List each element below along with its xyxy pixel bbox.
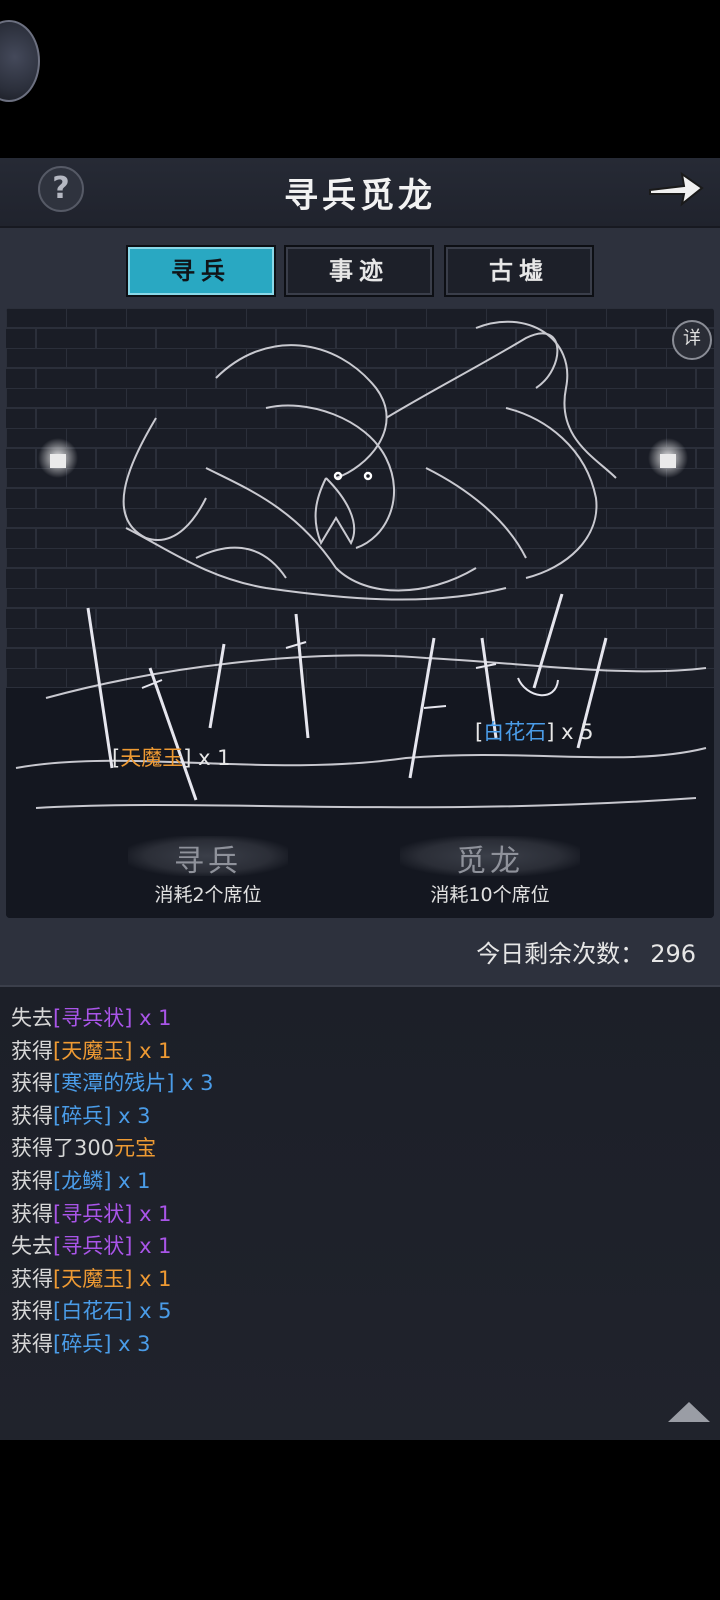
log-entry: 获得[天魔玉] x 1 — [11, 1263, 172, 1293]
log-entry-quantity: x 1 — [111, 1169, 151, 1193]
find-weapon-cost: 消耗2个席位 — [154, 884, 262, 906]
log-entry: 失去[寻兵状] x 1 — [11, 1230, 172, 1260]
tab-find-weapon[interactable]: 寻兵 — [126, 245, 276, 297]
remaining-count: 296 — [650, 940, 696, 968]
log-entry: 获得[寻兵状] x 1 — [11, 1198, 172, 1228]
log-entry-quantity: x 1 — [132, 1266, 172, 1291]
log-entry-quantity: x 1 — [132, 1038, 172, 1063]
log-entry-action: 失去 — [11, 1006, 53, 1030]
log-entry: 获得[碎兵] x 3 — [11, 1328, 151, 1358]
log-entry: 获得[白花石] x 5 — [11, 1295, 172, 1325]
log-entry-action: 获得 — [11, 1038, 53, 1063]
log-entry-action: 获得 — [11, 1169, 53, 1193]
log-entry-item: [寻兵状] — [53, 1234, 133, 1259]
back-arrow-icon[interactable] — [644, 166, 706, 210]
help-icon[interactable]: ? — [38, 166, 84, 212]
details-icon[interactable]: 详 — [672, 320, 712, 360]
reward-quantity: x 5 — [554, 720, 594, 744]
seek-dragon-cost: 消耗10个席位 — [430, 884, 550, 906]
log-entry-item: [寻兵状] — [53, 1006, 133, 1030]
log-entry-quantity: x 3 — [111, 1103, 151, 1128]
remaining-attempts: 今日剩余次数： 296 — [420, 934, 696, 969]
log-entry-quantity: x 3 — [174, 1071, 214, 1096]
reward-label: [白花石] x 5 — [475, 716, 594, 746]
scroll-up-icon[interactable] — [668, 1402, 710, 1422]
log-entry-item: [天魔玉] — [53, 1038, 133, 1063]
log-entry: 获得[天魔玉] x 1 — [11, 1035, 172, 1065]
tab-deeds[interactable]: 事迹 — [284, 245, 434, 297]
log-entry-quantity: x 5 — [132, 1299, 172, 1324]
log-entry-action: 获得 — [11, 1266, 53, 1291]
log-entry-quantity: x 1 — [132, 1006, 172, 1030]
log-entry-action: 获得 — [11, 1201, 53, 1226]
log-entry: 获得[寒潭的残片] x 3 — [11, 1067, 214, 1097]
log-entry: 获得[碎兵] x 3 — [11, 1100, 151, 1130]
log-entry-quantity: x 1 — [132, 1201, 172, 1226]
log-entry-item: [白花石] — [53, 1299, 133, 1324]
log-entry-item: [寒潭的残片] — [53, 1071, 175, 1096]
seek-dragon-button-label[interactable]: 觅龙 — [400, 836, 580, 880]
log-entry-quantity: x 1 — [132, 1234, 172, 1259]
page-title: 寻兵觅龙 — [284, 176, 436, 216]
log-entry-action: 获得 — [11, 1332, 53, 1356]
log-entry-item: [碎兵] — [53, 1103, 112, 1128]
reward-item-name: 天魔玉 — [120, 746, 184, 770]
bracket: [ — [112, 746, 121, 770]
log-entry-action: 获得 — [11, 1071, 53, 1096]
log-entry-item: [天魔玉] — [53, 1266, 133, 1291]
tab-ruins[interactable]: 古墟 — [444, 245, 594, 297]
dragon-scene-illustration — [6, 308, 714, 918]
reward-label: [天魔玉] x 1 — [112, 742, 231, 772]
log-entry-action: 获得了300 — [11, 1136, 115, 1161]
log-entry: 获得[龙鳞] x 1 — [11, 1165, 151, 1195]
avatar[interactable] — [0, 20, 40, 102]
log-entry-item: [寻兵状] — [53, 1201, 133, 1226]
log-entry: 获得了300元宝 — [11, 1132, 156, 1162]
log-entry-action: 获得 — [11, 1299, 53, 1324]
log-entry-item: [龙鳞] — [53, 1169, 112, 1193]
reward-item-name: 白花石 — [483, 720, 547, 744]
log-entry-item: [碎兵] — [53, 1332, 112, 1356]
remaining-label: 今日剩余次数： — [476, 940, 645, 968]
log-entry-action: 失去 — [11, 1234, 53, 1259]
reward-quantity: x 1 — [191, 746, 231, 770]
log-entry-item: 元宝 — [114, 1136, 157, 1161]
log-entry-action: 获得 — [11, 1103, 53, 1128]
log-entry-quantity: x 3 — [111, 1332, 151, 1356]
log-entry: 失去[寻兵状] x 1 — [11, 1002, 172, 1032]
find-weapon-button-label[interactable]: 寻兵 — [128, 836, 288, 880]
bracket: [ — [475, 720, 484, 744]
